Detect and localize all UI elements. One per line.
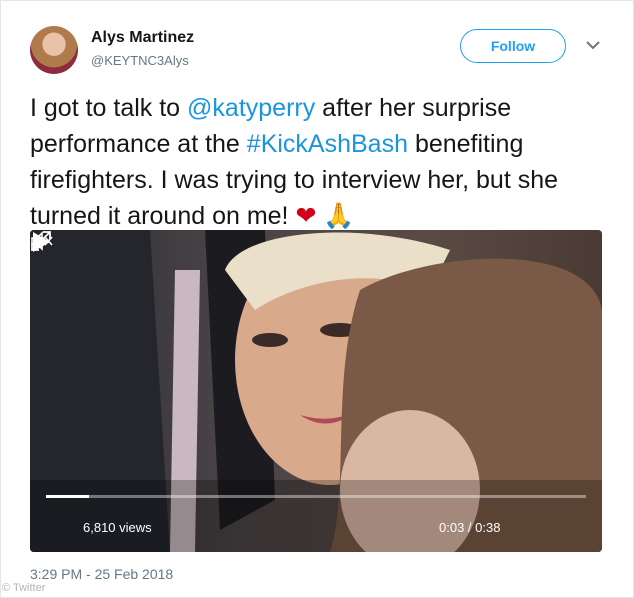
- progress-fill: [46, 495, 90, 498]
- tweet-text-part: I got to talk to: [30, 94, 188, 122]
- mention-link[interactable]: @katyperry: [187, 94, 315, 122]
- follow-button[interactable]: Follow: [460, 29, 566, 63]
- tweet-text: I got to talk to @katyperry after her su…: [30, 90, 620, 234]
- author-handle[interactable]: @KEYTNC3Alys: [91, 53, 189, 68]
- heart-emoji: ❤: [295, 202, 317, 230]
- praying-hands-emoji: 🙏: [323, 202, 355, 230]
- video-player[interactable]: 6,810 views 0:03 / 0:38: [30, 230, 602, 552]
- video-time: 0:03 / 0:38: [439, 520, 501, 535]
- author-name[interactable]: Alys Martinez: [91, 29, 194, 47]
- fullscreen-icon[interactable]: [30, 230, 52, 252]
- progress-bar[interactable]: [46, 495, 586, 498]
- image-credit: © Twitter: [2, 582, 46, 594]
- chevron-down-icon[interactable]: [584, 38, 602, 52]
- tweet-timestamp[interactable]: 3:29 PM - 25 Feb 2018: [30, 566, 173, 582]
- hashtag-link[interactable]: #KickAshBash: [247, 130, 408, 158]
- video-frame-image: [30, 230, 602, 552]
- view-count: 6,810 views: [83, 520, 152, 535]
- avatar[interactable]: [30, 26, 78, 74]
